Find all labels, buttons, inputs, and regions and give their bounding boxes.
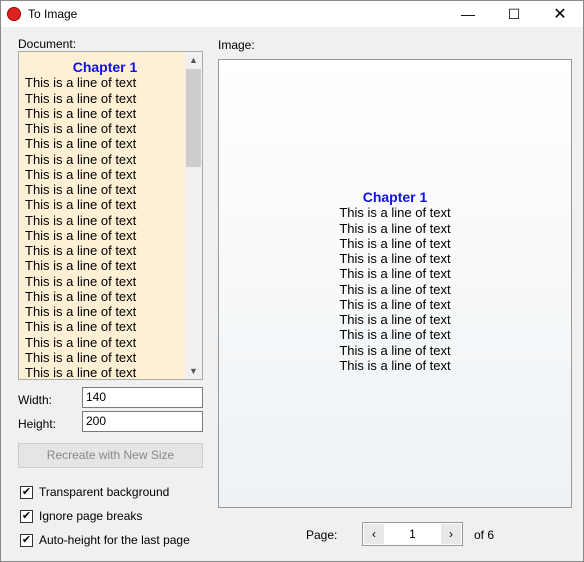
text-line: This is a line of text: [25, 243, 137, 258]
vertical-scrollbar[interactable]: ▲ ▼: [185, 52, 202, 379]
text-line: This is a line of text: [339, 281, 451, 297]
text-line: This is a line of text: [25, 197, 137, 213]
chevron-right-icon[interactable]: ›: [441, 524, 461, 544]
scroll-down-icon[interactable]: ▼: [185, 363, 202, 379]
text-line: This is a line of text: [25, 365, 137, 380]
text-line: This is a line of text: [25, 121, 137, 136]
text-line: This is a line of text: [339, 327, 451, 343]
width-input[interactable]: 140: [82, 387, 203, 408]
text-line: This is a line of text: [25, 90, 137, 106]
document-label: Document:: [18, 37, 77, 51]
ignore-page-breaks-checkbox[interactable]: ✔ Ignore page breaks: [20, 509, 142, 523]
page-label: Page:: [306, 528, 338, 542]
close-button[interactable]: ✕: [537, 1, 583, 27]
width-label: Width:: [18, 393, 53, 407]
text-line: This is a line of text: [25, 136, 137, 152]
text-line: This is a line of text: [25, 349, 137, 365]
page-input[interactable]: 1: [385, 527, 440, 541]
text-line: This is a line of text: [339, 296, 451, 312]
text-line: This is a line of text: [339, 235, 451, 251]
chevron-left-icon[interactable]: ‹: [364, 524, 384, 544]
text-line: This is a line of text: [339, 342, 451, 358]
chapter-heading: Chapter 1: [362, 189, 428, 205]
text-line: This is a line of text: [339, 251, 451, 266]
text-line: This is a line of text: [25, 212, 137, 228]
checkbox-label: Transparent background: [39, 485, 170, 499]
text-line: This is a line of text: [339, 357, 451, 373]
text-line: This is a line of text: [25, 319, 137, 335]
text-line: This is a line of text: [25, 273, 137, 289]
window-title: To Image: [28, 7, 78, 21]
check-icon: ✔: [20, 509, 33, 523]
text-line: This is a line of text: [339, 312, 451, 327]
checkbox-label: Auto-height for the last page: [39, 533, 190, 547]
height-input[interactable]: 200: [82, 411, 203, 432]
page-count: of 6: [474, 528, 495, 542]
text-line: This is a line of text: [25, 304, 137, 319]
image-preview: Chapter 1 This is a line of text This is …: [218, 59, 572, 508]
text-line: This is a line of text: [25, 166, 137, 182]
app-logo-icon: [7, 7, 21, 21]
chapter-heading: Chapter 1: [72, 59, 138, 75]
text-line: This is a line of text: [25, 227, 137, 243]
text-line: This is a line of text: [25, 75, 137, 91]
text-line: This is a line of text: [339, 205, 451, 221]
image-label: Image:: [218, 38, 255, 52]
title-bar: To Image — ☐ ✕: [1, 1, 583, 27]
transparent-background-checkbox[interactable]: ✔ Transparent background: [20, 485, 169, 499]
minimize-button[interactable]: —: [445, 1, 491, 27]
text-line: This is a line of text: [339, 266, 451, 282]
text-line: This is a line of text: [25, 105, 137, 121]
text-line: This is a line of text: [25, 334, 137, 350]
checkbox-label: Ignore page breaks: [39, 509, 143, 523]
text-line: This is a line of text: [339, 220, 451, 236]
document-viewer[interactable]: Chapter 1 This is a line of text This is …: [18, 51, 203, 380]
check-icon: ✔: [20, 533, 33, 547]
text-line: This is a line of text: [25, 182, 137, 197]
text-line: This is a line of text: [25, 151, 137, 167]
scroll-up-icon[interactable]: ▲: [185, 52, 202, 68]
text-line: This is a line of text: [25, 258, 137, 274]
scroll-thumb[interactable]: [186, 69, 201, 167]
text-line: This is a line of text: [25, 288, 137, 304]
maximize-button[interactable]: ☐: [491, 1, 537, 27]
page-stepper[interactable]: ‹ 1 ›: [362, 522, 463, 546]
recreate-button[interactable]: Recreate with New Size: [18, 443, 203, 468]
check-icon: ✔: [20, 485, 33, 499]
height-label: Height:: [18, 417, 57, 431]
auto-height-checkbox[interactable]: ✔ Auto-height for the last page: [20, 533, 190, 547]
